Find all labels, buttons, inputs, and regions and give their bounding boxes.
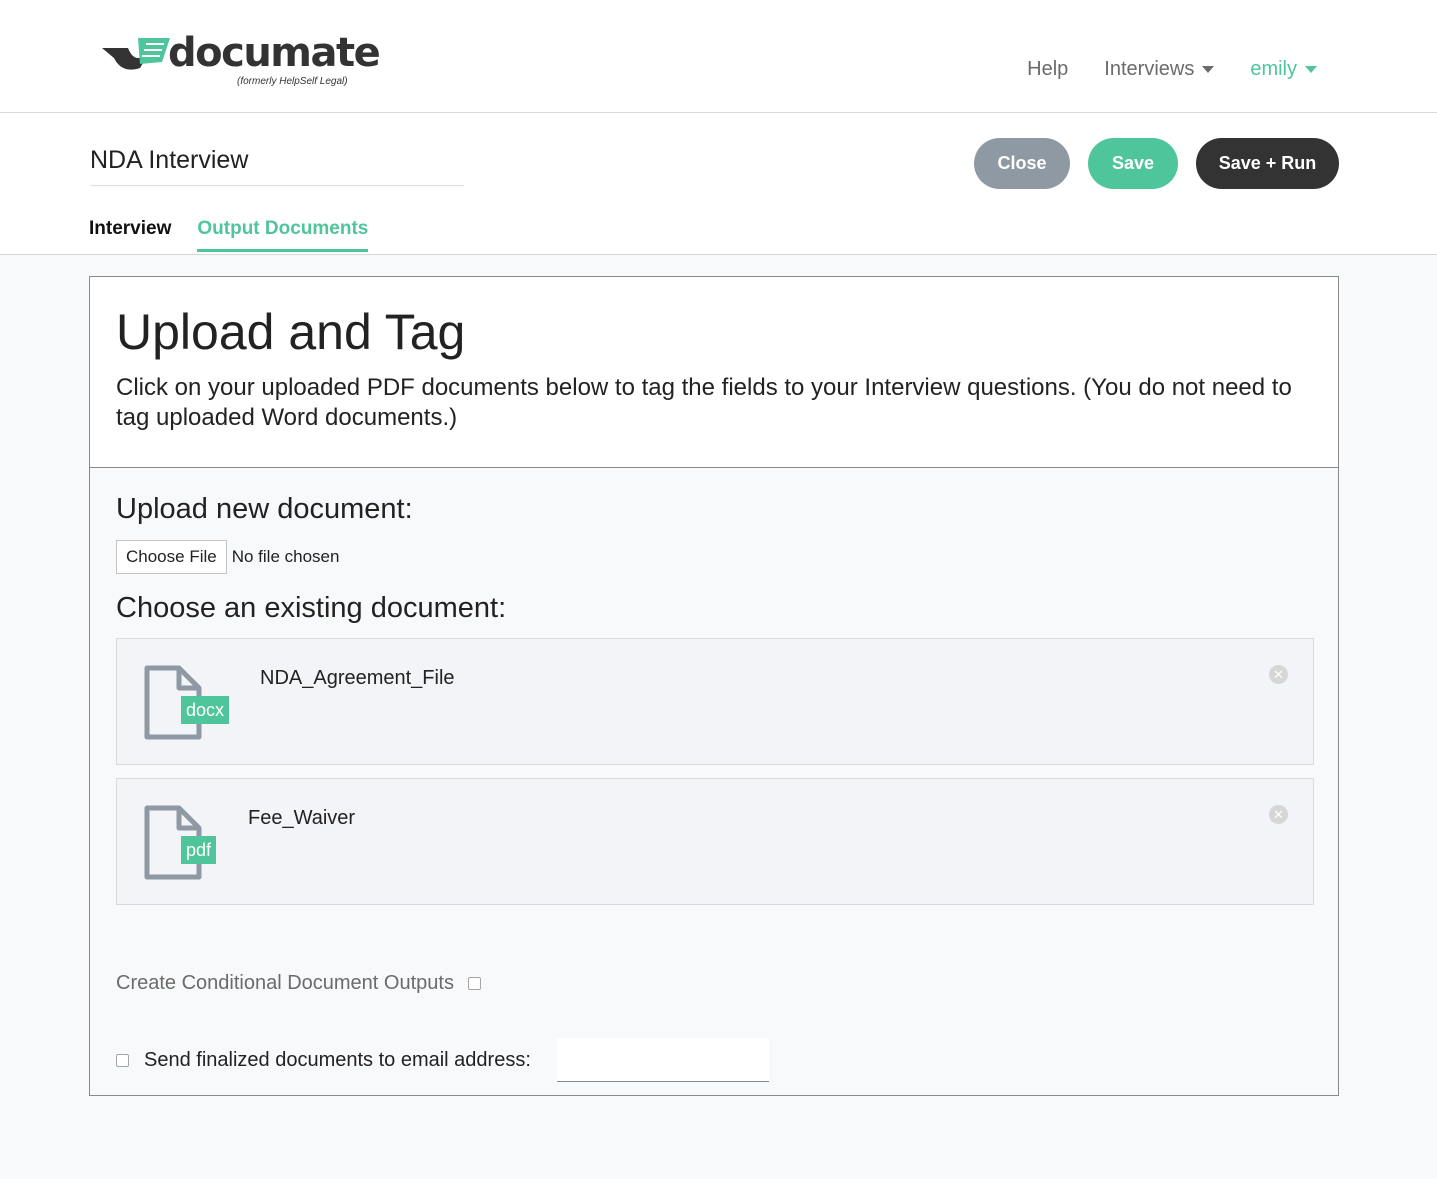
conditional-outputs-label: Create Conditional Document Outputs	[116, 972, 454, 994]
panel-header: Upload and Tag Click on your uploaded PD…	[90, 277, 1338, 468]
document-item[interactable]: docx NDA_Agreement_File ✕	[116, 638, 1314, 765]
interview-title-input[interactable]	[90, 143, 464, 186]
remove-circle-icon[interactable]: ✕	[1269, 805, 1288, 824]
page-description: Click on your uploaded PDF documents bel…	[116, 374, 1292, 431]
nav-help-label: Help	[1027, 58, 1069, 80]
page-title: Upload and Tag	[116, 304, 466, 360]
file-status-text: No file chosen	[231, 547, 340, 566]
nav-user-label: emily	[1250, 58, 1297, 80]
close-button[interactable]: Close	[974, 138, 1070, 189]
caret-down-icon	[1202, 66, 1215, 73]
email-row: Send finalized documents to email addres…	[116, 1038, 769, 1082]
file-type-badge: pdf	[181, 836, 217, 864]
email-field[interactable]	[556, 1038, 769, 1082]
file-type-badge: docx	[181, 696, 230, 724]
send-email-checkbox[interactable]	[116, 1053, 129, 1067]
document-item[interactable]: pdf Fee_Waiver ✕	[116, 778, 1314, 905]
logo-subtitle: (formerly HelpSelf Legal)	[237, 76, 348, 87]
file-upload-control: Choose File No file chosen	[116, 540, 339, 574]
documate-logo[interactable]: documate (formerly HelpSelf Legal)	[100, 30, 381, 94]
logo-text: documate	[168, 30, 381, 76]
nav-interviews-dropdown[interactable]: Interviews	[1104, 58, 1215, 81]
conditional-outputs-row: Create Conditional Document Outputs	[116, 972, 481, 995]
document-name: NDA_Agreement_File	[260, 667, 455, 689]
send-email-label: Send finalized documents to email addres…	[144, 1048, 531, 1071]
nav-user-dropdown[interactable]: emily	[1250, 58, 1317, 81]
nav-help[interactable]: Help	[1027, 58, 1068, 81]
save-run-button[interactable]: Save + Run	[1196, 138, 1339, 189]
panel-body: Upload new document: Choose File No file…	[90, 468, 1338, 1095]
choose-file-button[interactable]: Choose File	[116, 540, 227, 574]
save-button[interactable]: Save	[1088, 138, 1178, 189]
tab-output-documents[interactable]: Output Documents	[197, 218, 369, 252]
upload-tag-panel: Upload and Tag Click on your uploaded PD…	[89, 276, 1339, 1096]
remove-circle-icon[interactable]: ✕	[1269, 665, 1288, 684]
existing-section-title: Choose an existing document:	[116, 592, 507, 624]
upload-section-title: Upload new document:	[116, 493, 413, 525]
editor-tabs: Interview Output Documents	[89, 218, 369, 252]
interview-header: Close Save Save + Run Interview Output D…	[0, 113, 1437, 255]
tab-interview[interactable]: Interview	[89, 218, 171, 252]
caret-down-icon	[1305, 66, 1317, 73]
top-nav: Help Interviews emily	[1027, 58, 1317, 81]
nav-interviews-label: Interviews	[1104, 58, 1195, 80]
conditional-outputs-checkbox[interactable]	[467, 977, 481, 990]
document-name: Fee_Waiver	[248, 807, 356, 829]
top-navbar: documate (formerly HelpSelf Legal) Help …	[0, 0, 1437, 113]
